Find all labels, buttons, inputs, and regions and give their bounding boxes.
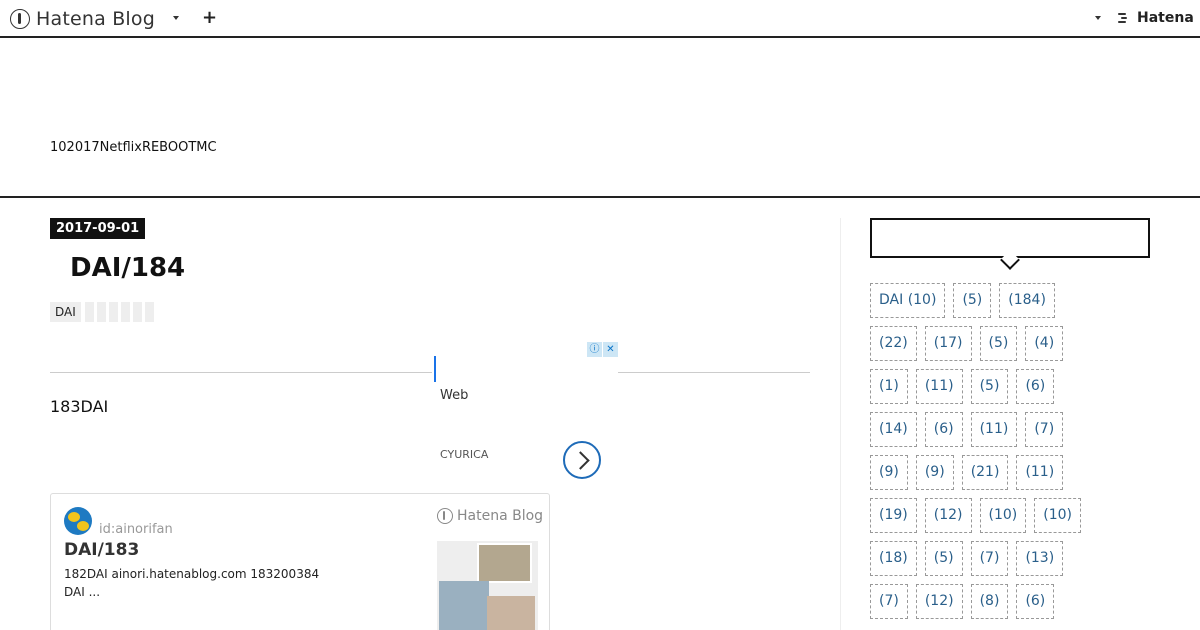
category-link[interactable]: (17) — [924, 326, 972, 361]
blog-description: 102017NetflixREBOOTMC — [50, 140, 217, 155]
category-link[interactable]: (5) — [953, 283, 992, 318]
blog-embed-card[interactable]: id:ainorifan Hatena Blog DAI/183 182DAI … — [50, 493, 550, 630]
embed-thumbnail-image[interactable] — [437, 541, 538, 630]
hatena-blog-logo-icon — [10, 9, 30, 29]
star-placeholder — [85, 302, 94, 322]
category-link[interactable]: (22) — [870, 326, 917, 361]
category-row: (14) (6) (11) (7) — [870, 412, 1160, 455]
ad-close-icon[interactable]: ✕ — [603, 342, 618, 357]
category-link[interactable]: (5) — [979, 326, 1018, 361]
category-link[interactable]: (6) — [924, 412, 963, 447]
category-link[interactable]: (21) — [961, 455, 1009, 490]
category-list: DAI (10) (5) (184) (22) (17) (5) (4) (1) (11) (5)… — [870, 283, 1160, 627]
embed-hatena-brand: Hatena Blog — [437, 508, 543, 524]
category-row: (19) (12) (10) (10) — [870, 498, 1160, 541]
category-link[interactable]: (184) — [999, 283, 1055, 318]
category-link[interactable]: (14) — [870, 412, 917, 447]
ad-chevron-right-icon[interactable] — [563, 441, 601, 479]
category-link[interactable]: DAI (10) — [870, 283, 946, 318]
category-link[interactable]: (12) — [915, 584, 963, 619]
hatena-blog-logo[interactable]: Hatena Blog — [10, 6, 155, 32]
hatena-brand-icon — [1118, 12, 1134, 24]
category-link[interactable]: (7) — [970, 541, 1009, 576]
sidebar-category-heading — [870, 218, 1150, 258]
category-row: (18) (5) (7) (13) — [870, 541, 1160, 584]
embed-desc-line: DAI ... — [64, 585, 101, 599]
category-link[interactable]: (10) — [979, 498, 1027, 533]
entry-body-text: 183DAI — [50, 397, 109, 416]
ad-headline: Web — [440, 388, 469, 403]
category-link[interactable]: (6) — [1016, 584, 1055, 619]
blog-header: 102017NetflixREBOOTMC — [0, 40, 1200, 198]
avatar[interactable] — [64, 507, 92, 535]
ad-info-icon[interactable]: ⓘ — [587, 342, 602, 357]
category-link[interactable]: (7) — [870, 584, 908, 619]
entry-category[interactable]: DAI — [50, 302, 81, 322]
entry-title[interactable]: DAI/184 — [70, 253, 185, 283]
category-link[interactable]: (11) — [915, 369, 963, 404]
entry-date[interactable]: 2017-09-01 — [50, 218, 146, 239]
star-placeholder — [97, 302, 106, 322]
category-link[interactable]: (11) — [1016, 455, 1064, 490]
category-link[interactable]: (5) — [924, 541, 963, 576]
ad-banner[interactable]: ⓘ ✕ Web CYURICA — [432, 340, 618, 490]
category-link[interactable]: (9) — [915, 455, 954, 490]
embed-brand-text: Hatena Blog — [457, 508, 544, 524]
star-placeholder — [121, 302, 130, 322]
category-row: (22) (17) (5) (4) — [870, 326, 1160, 369]
account-menu-dropdown-icon[interactable] — [1092, 12, 1104, 24]
category-link[interactable]: (7) — [1025, 412, 1064, 447]
category-link[interactable]: (19) — [870, 498, 917, 533]
entry-divider — [50, 372, 810, 373]
category-link[interactable]: (11) — [970, 412, 1018, 447]
category-link[interactable]: (1) — [870, 369, 908, 404]
embed-title[interactable]: DAI/183 — [64, 540, 139, 560]
star-placeholder — [145, 302, 154, 322]
hatena-brand-link[interactable]: Hatena — [1118, 10, 1194, 26]
embed-description: 182DAI ainori.hatenablog.com 183200384 D… — [64, 565, 364, 601]
category-link[interactable]: (12) — [924, 498, 972, 533]
star-placeholder — [133, 302, 142, 322]
category-link[interactable]: (9) — [870, 455, 908, 490]
logo-text: Hatena Blog — [36, 8, 155, 30]
ad-text-cursor — [434, 356, 436, 382]
star-placeholder — [109, 302, 118, 322]
global-header: Hatena Blog + Hatena — [0, 0, 1200, 38]
hatena-brand-text: Hatena — [1137, 10, 1194, 26]
category-link[interactable]: (13) — [1016, 541, 1064, 576]
sidebar-divider — [840, 218, 841, 630]
category-row: (7) (12) (8) (6) — [870, 584, 1160, 627]
category-row: DAI (10) (5) (184) — [870, 283, 1160, 326]
hatena-star-placeholders — [85, 302, 154, 322]
blog-menu-dropdown-icon[interactable] — [170, 12, 182, 24]
embed-desc-line: 182DAI ainori.hatenablog.com 183200384 — [64, 567, 320, 581]
category-row: (1) (11) (5) (6) — [870, 369, 1160, 412]
category-link[interactable]: (4) — [1025, 326, 1064, 361]
category-link[interactable]: (18) — [870, 541, 917, 576]
category-row: (9) (9) (21) (11) — [870, 455, 1160, 498]
category-link[interactable]: (8) — [970, 584, 1009, 619]
new-post-button[interactable]: + — [202, 8, 217, 28]
ad-choices: ⓘ ✕ — [586, 342, 618, 357]
category-link[interactable]: (10) — [1034, 498, 1081, 533]
hatena-blog-logo-icon — [437, 508, 453, 524]
category-link[interactable]: (6) — [1016, 369, 1055, 404]
embed-user-id[interactable]: id:ainorifan — [99, 522, 173, 537]
ad-advertiser: CYURICA — [440, 448, 489, 461]
category-link[interactable]: (5) — [970, 369, 1009, 404]
